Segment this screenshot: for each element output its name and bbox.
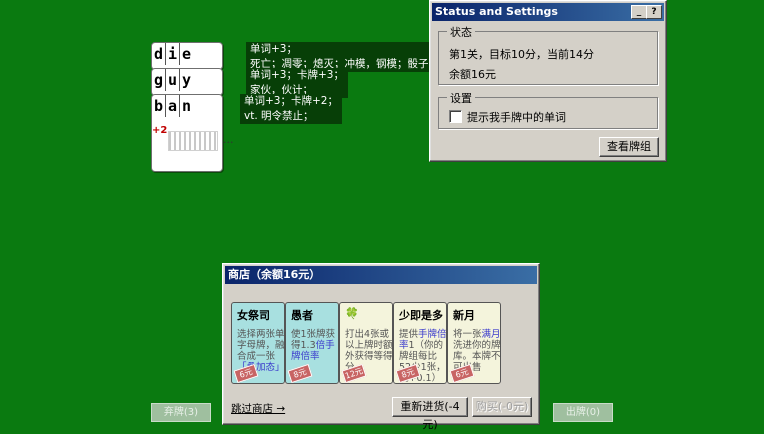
tooltip-line: vt. 明令禁止；	[244, 110, 314, 122]
word-card-ban[interactable]: b a n +2 ...	[151, 94, 234, 172]
card-description: 使1张牌获得1.3倍手牌倍率	[291, 329, 336, 362]
letter-tile: e	[181, 45, 192, 63]
letter-tile: b	[152, 95, 166, 117]
skip-shop-link[interactable]: 跳过商店 →	[231, 401, 285, 416]
reroll-button[interactable]: 重新进货(-4元)	[392, 397, 468, 431]
status-group: 状态 第1关，目标10分，当前14分 余额16元	[438, 24, 658, 85]
letter-tile: a	[166, 95, 180, 117]
shop-card-fool[interactable]: 愚者 使1张牌获得1.3倍手牌倍率 8元	[285, 302, 339, 384]
settings-group-label: 设置	[447, 90, 475, 106]
more-indicator: ...	[223, 133, 234, 146]
letter-tile: u	[166, 69, 180, 91]
buy-button[interactable]: 购买(-0元)	[472, 397, 532, 417]
balance-text: 余额16元	[449, 68, 496, 81]
word-card-guy[interactable]: g u y	[151, 68, 223, 96]
letter-tile: i	[166, 43, 180, 65]
hint-words-checkbox[interactable]	[449, 110, 462, 123]
shop-titlebar[interactable]: 商店（余额16元）	[225, 266, 537, 284]
minimize-button[interactable]: _	[631, 5, 647, 19]
card-name: 女祭司	[237, 309, 270, 322]
status-settings-window: Status and Settings _ ? 状态 第1关，目标10分，当前1…	[429, 0, 667, 162]
window-titlebar[interactable]: Status and Settings _ ?	[432, 3, 664, 21]
play-button[interactable]: 出牌(0)	[553, 403, 613, 422]
status-group-label: 状态	[447, 24, 475, 40]
letter-tile: y	[181, 71, 192, 89]
level-status-text: 第1关，目标10分，当前14分	[449, 48, 594, 61]
tooltip-line: 单词+3；卡牌+2；	[244, 95, 338, 107]
shop-title: 商店（余额16元）	[228, 268, 321, 281]
word-card-die[interactable]: d i e	[151, 42, 223, 70]
letter-tile: g	[152, 69, 166, 91]
price-tag: 8元	[287, 363, 313, 383]
card-name: 愚者	[291, 309, 313, 322]
hint-words-label: 提示我手牌中的单词	[467, 111, 566, 124]
card-name: 少即是多	[399, 309, 443, 322]
word-tooltip-ban: 单词+3；卡牌+2； vt. 明令禁止；	[240, 94, 342, 124]
help-button[interactable]: ?	[646, 5, 662, 19]
view-deck-button[interactable]: 查看牌组	[599, 137, 659, 157]
bonus-label: +2	[152, 125, 168, 136]
window-title: Status and Settings	[435, 5, 558, 18]
shop-card-new-moon[interactable]: 新月 将一张满月洗进你的牌库。本牌不可出售 6元	[447, 302, 501, 384]
card-name: 新月	[453, 309, 475, 322]
letter-tile: n	[181, 97, 192, 115]
tooltip-line: 单词+3；卡牌+3；	[250, 69, 344, 81]
shop-card-priestess[interactable]: 女祭司 选择两张单字母牌，融合成一张「叠加态」 6元	[231, 302, 285, 384]
letter-tile: d	[152, 43, 166, 65]
tooltip-line: 单词+3；	[250, 43, 297, 55]
clover-icon: 🍀	[345, 307, 359, 320]
settings-group: 设置 提示我手牌中的单词	[438, 90, 658, 129]
discard-button[interactable]: 弃牌(3)	[151, 403, 211, 422]
card-pattern	[168, 131, 218, 151]
shop-card-clover[interactable]: 🍀 打出4张或以上牌时额外获得等得分 12元	[339, 302, 393, 384]
shop-card-less-is-more[interactable]: 少即是多 提供手牌倍率1（你的牌组每比52少1张，就+0.1） 8元	[393, 302, 447, 384]
